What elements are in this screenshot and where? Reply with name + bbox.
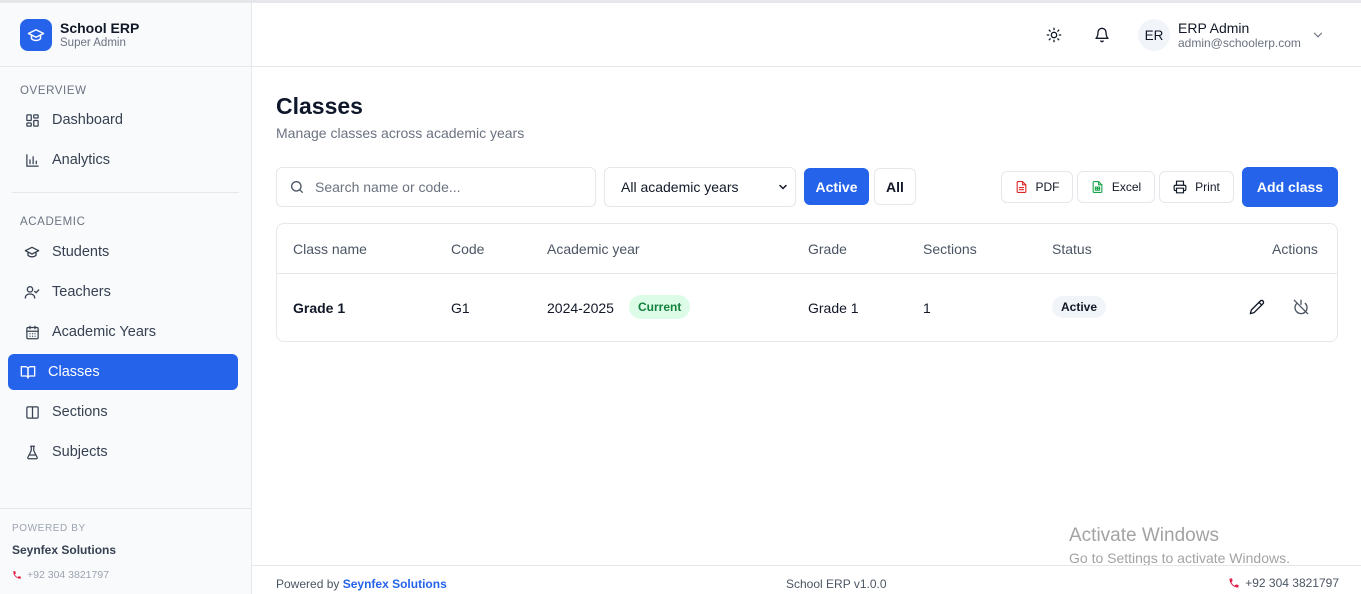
page-subtitle: Manage classes across academic years <box>276 125 525 141</box>
powered-by-name: Seynfex Solutions <box>12 543 117 557</box>
export-pdf-button[interactable]: PDF <box>1001 171 1073 203</box>
cell-sections: 1 <box>923 300 931 316</box>
columns-icon <box>24 404 40 420</box>
user-name: ERP Admin <box>1178 20 1250 36</box>
brand-subtitle: Super Admin <box>60 36 126 49</box>
cell-grade: Grade 1 <box>808 300 859 316</box>
user-menu[interactable]: ER ERP Admin admin@schoolerp.com <box>1138 19 1325 51</box>
sidebar-phone-text: +92 304 3821797 <box>27 569 110 581</box>
column-header-grade[interactable]: Grade <box>808 241 847 257</box>
edit-button[interactable] <box>1247 297 1267 317</box>
phone-icon <box>12 570 22 580</box>
sidebar-item-teachers[interactable]: Teachers <box>16 274 238 310</box>
export-excel-label: Excel <box>1111 180 1142 194</box>
avatar: ER <box>1138 19 1170 51</box>
footer-powered-by: Powered by Seynfex Solutions <box>276 577 447 591</box>
user-check-icon <box>24 284 40 300</box>
page-title: Classes <box>276 93 363 119</box>
sidebar-footer: POWERED BY Seynfex Solutions +92 304 382… <box>0 508 251 594</box>
graduation-cap-icon <box>24 244 40 260</box>
powered-by-label: POWERED BY <box>12 523 86 534</box>
search-input[interactable] <box>315 179 585 195</box>
column-header-academic-year[interactable]: Academic year <box>547 241 640 257</box>
sidebar-item-label: Classes <box>48 364 100 380</box>
column-header-status[interactable]: Status <box>1052 241 1092 257</box>
brand-title: School ERP <box>60 19 140 36</box>
academic-year-select-value: All academic years <box>621 179 739 195</box>
column-header-class-name[interactable]: Class name <box>293 241 367 257</box>
notifications-button[interactable] <box>1090 23 1114 47</box>
sidebar-item-classes[interactable]: Classes <box>8 354 238 390</box>
nav-heading-academic: ACADEMIC <box>20 216 86 228</box>
sidebar-item-subjects[interactable]: Subjects <box>16 434 238 470</box>
filter-all-button[interactable]: All <box>874 168 916 205</box>
sidebar-item-label: Sections <box>52 404 108 420</box>
print-button[interactable]: Print <box>1159 171 1234 203</box>
export-excel-button[interactable]: Excel <box>1077 171 1155 203</box>
cell-code: G1 <box>451 300 470 316</box>
deactivate-button[interactable] <box>1291 297 1311 317</box>
status-badge: Active <box>1052 296 1107 318</box>
sidebar-item-label: Teachers <box>52 284 111 300</box>
sidebar-phone[interactable]: +92 304 3821797 <box>12 569 239 581</box>
sidebar-item-label: Analytics <box>52 152 111 168</box>
sidebar-item-dashboard[interactable]: Dashboard <box>16 102 238 138</box>
sidebar-item-sections[interactable]: Sections <box>16 394 238 430</box>
flask-icon <box>24 444 40 460</box>
bell-icon <box>1094 27 1110 43</box>
page-footer: Powered by Seynfex Solutions School ERP … <box>252 565 1361 594</box>
table-header-divider <box>277 273 1337 274</box>
sidebar-item-label: Academic Years <box>52 324 156 340</box>
theme-toggle-button[interactable] <box>1042 23 1066 47</box>
search-box[interactable] <box>276 167 596 207</box>
main-content: Classes Manage classes across academic y… <box>252 67 1361 565</box>
excel-file-icon <box>1091 180 1104 194</box>
footer-phone[interactable]: +92 304 3821797 <box>1228 576 1339 590</box>
nav-divider <box>12 192 239 193</box>
pdf-file-icon <box>1015 180 1028 194</box>
column-header-code[interactable]: Code <box>451 241 484 257</box>
sun-icon <box>1046 27 1062 43</box>
activate-windows-title: Activate Windows <box>1069 525 1219 546</box>
print-label: Print <box>1195 180 1220 194</box>
add-class-button[interactable]: Add class <box>1242 167 1338 207</box>
sidebar-item-label: Subjects <box>52 444 108 460</box>
export-pdf-label: PDF <box>1035 180 1060 194</box>
column-header-actions: Actions <box>1272 241 1318 257</box>
filter-active-button[interactable]: Active <box>804 168 869 205</box>
sidebar-item-label: Dashboard <box>52 112 123 128</box>
graduation-cap-icon <box>20 18 52 51</box>
power-off-icon <box>1293 299 1309 315</box>
activate-windows-subtitle: Go to Settings to activate Windows. <box>1069 550 1290 566</box>
bar-chart-icon <box>24 152 40 168</box>
phone-icon <box>1228 577 1240 589</box>
sidebar-item-analytics[interactable]: Analytics <box>16 142 238 178</box>
printer-icon <box>1173 180 1187 194</box>
calendar-icon <box>24 324 40 340</box>
pencil-icon <box>1249 299 1265 315</box>
top-header: ER ERP Admin admin@schoolerp.com <box>252 3 1361 67</box>
nav-heading-overview: OVERVIEW <box>20 85 87 97</box>
dashboard-icon <box>24 112 40 128</box>
chevron-down-icon <box>777 181 789 193</box>
classes-table: Class name Code Academic year Grade Sect… <box>276 223 1338 342</box>
user-email: admin@schoolerp.com <box>1178 36 1301 50</box>
chevron-down-icon <box>1311 28 1325 42</box>
cell-academic-year: 2024-2025 <box>547 300 614 316</box>
book-open-icon <box>20 364 36 380</box>
footer-phone-text: +92 304 3821797 <box>1245 576 1339 590</box>
cell-class-name: Grade 1 <box>293 300 346 316</box>
current-year-badge: Current <box>629 295 691 319</box>
sidebar: School ERP Super Admin OVERVIEW Dashboar… <box>0 3 252 594</box>
brand[interactable]: School ERP Super Admin <box>0 3 251 67</box>
sidebar-item-academic-years[interactable]: Academic Years <box>16 314 238 350</box>
footer-powered-prefix: Powered by <box>276 577 340 591</box>
academic-year-select[interactable]: All academic years <box>604 167 796 207</box>
sidebar-item-label: Students <box>52 244 110 260</box>
column-header-sections[interactable]: Sections <box>923 241 977 257</box>
footer-version: School ERP v1.0.0 <box>786 577 887 591</box>
search-icon <box>289 179 305 195</box>
footer-powered-link[interactable]: Seynfex Solutions <box>343 577 447 591</box>
sidebar-item-students[interactable]: Students <box>16 234 238 270</box>
